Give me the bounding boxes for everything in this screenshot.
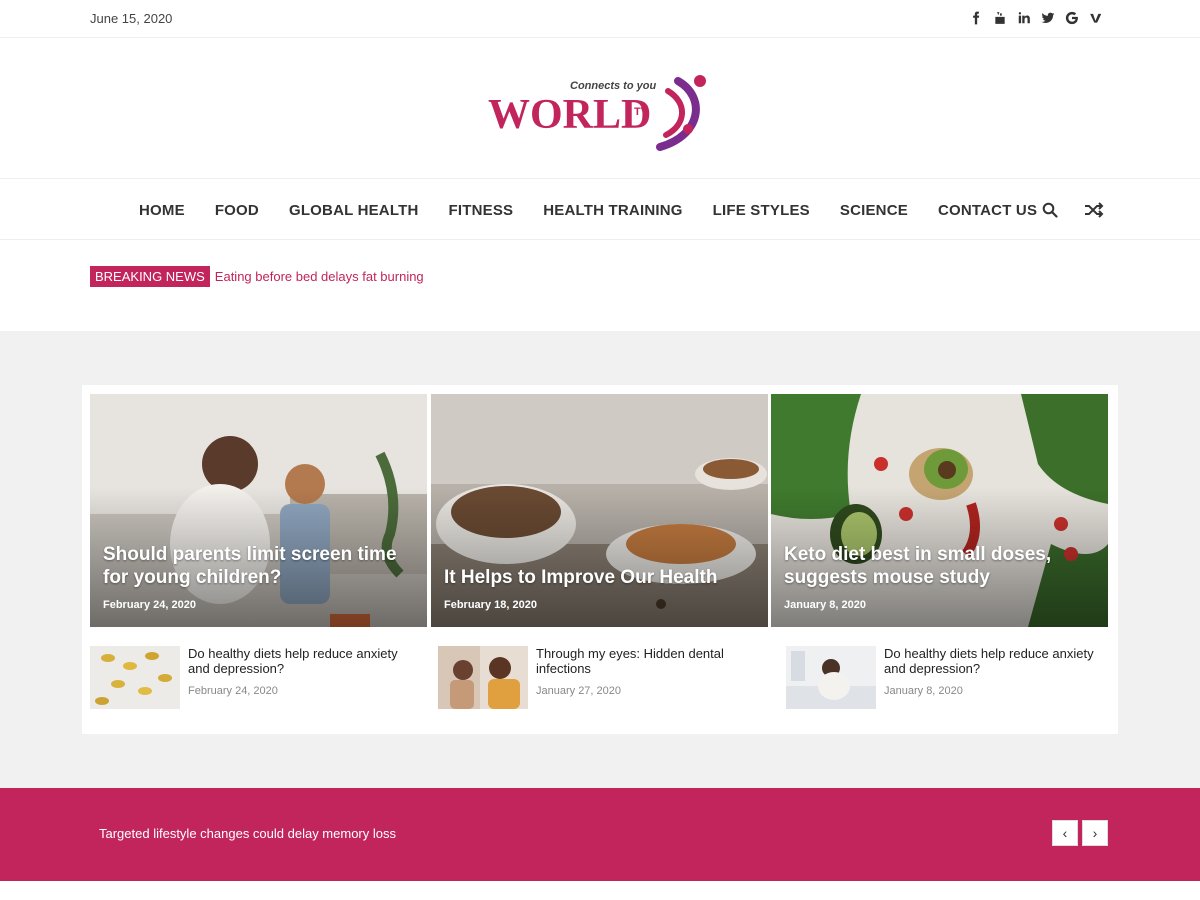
logo-area: Connects to you WORLD TV [0,38,1200,179]
feature-date: February 18, 2020 [444,599,537,611]
nav-item-health-training[interactable]: HEALTH TRAINING [528,202,697,219]
linkedin-icon[interactable] [1016,9,1032,27]
google-icon[interactable] [1064,9,1080,27]
youtube-icon[interactable] [992,9,1008,27]
logo-tagline: Connects to you [570,80,656,92]
post-date: February 24, 2020 [188,685,278,697]
featured-section: Should parents limit screen time for you… [0,331,1200,788]
chevron-left-icon[interactable]: ‹ [1052,820,1078,846]
logo-badge: TV [634,106,649,118]
post-title[interactable]: Do healthy diets help reduce anxiety and… [884,646,1104,676]
feature-title[interactable]: Should parents limit screen time for you… [103,543,413,589]
list-item[interactable]: Through my eyes: Hidden dental infection… [438,646,768,710]
nav-item-science[interactable]: SCIENCE [825,202,923,219]
shuffle-icon[interactable] [1084,200,1104,220]
main-nav: HOME FOOD GLOBAL HEALTH FITNESS HEALTH T… [0,180,1200,240]
feature-date: February 24, 2020 [103,599,196,611]
feature-card[interactable]: It Helps to Improve Our Health February … [431,394,768,627]
nav-item-food[interactable]: FOOD [200,202,274,219]
nav-item-contact-us[interactable]: CONTACT US [923,202,1052,219]
logo-wordmark: WORLD [488,92,651,138]
post-thumbnail [438,646,528,709]
breaking-news-headline[interactable]: Eating before bed delays fat burning [215,269,424,284]
feature-date: January 8, 2020 [784,599,866,611]
post-thumbnail [786,646,876,709]
ticker-controls: ‹ › [1052,820,1108,846]
facebook-icon[interactable] [968,9,984,27]
current-date: June 15, 2020 [90,11,173,26]
feature-title[interactable]: Keto diet best in small doses, suggests … [784,543,1094,589]
post-date: January 27, 2020 [536,685,622,697]
nav-item-home[interactable]: HOME [124,202,200,219]
ticker-headline[interactable]: Targeted lifestyle changes could delay m… [99,826,396,841]
breaking-news-label: BREAKING NEWS [90,266,210,287]
feature-title[interactable]: It Helps to Improve Our Health [444,566,754,589]
feature-card[interactable]: Keto diet best in small doses, suggests … [771,394,1108,627]
nav-item-fitness[interactable]: FITNESS [434,202,529,219]
social-links [968,9,1104,27]
feature-card[interactable]: Should parents limit screen time for you… [90,394,427,627]
nav-menu: HOME FOOD GLOBAL HEALTH FITNESS HEALTH T… [124,180,1052,240]
post-date: January 8, 2020 [884,685,963,697]
post-title[interactable]: Through my eyes: Hidden dental infection… [536,646,756,676]
featured-box: Should parents limit screen time for you… [82,385,1118,734]
post-thumbnail [90,646,180,709]
list-item[interactable]: Do healthy diets help reduce anxiety and… [90,646,420,710]
chevron-right-icon[interactable]: › [1082,820,1108,846]
news-ticker-band: Targeted lifestyle changes could delay m… [0,788,1200,881]
top-bar: June 15, 2020 [0,0,1200,38]
nav-icons [1040,200,1104,220]
breaking-news: BREAKING NEWS Eating before bed delays f… [90,266,424,287]
nav-item-life-styles[interactable]: LIFE STYLES [698,202,825,219]
vimeo-icon[interactable] [1088,9,1104,27]
twitter-icon[interactable] [1040,9,1056,27]
post-title[interactable]: Do healthy diets help reduce anxiety and… [188,646,408,676]
list-item[interactable]: Do healthy diets help reduce anxiety and… [786,646,1116,710]
nav-item-global-health[interactable]: GLOBAL HEALTH [274,202,434,219]
search-icon[interactable] [1040,200,1060,220]
site-logo[interactable]: Connects to you WORLD TV [488,73,712,153]
